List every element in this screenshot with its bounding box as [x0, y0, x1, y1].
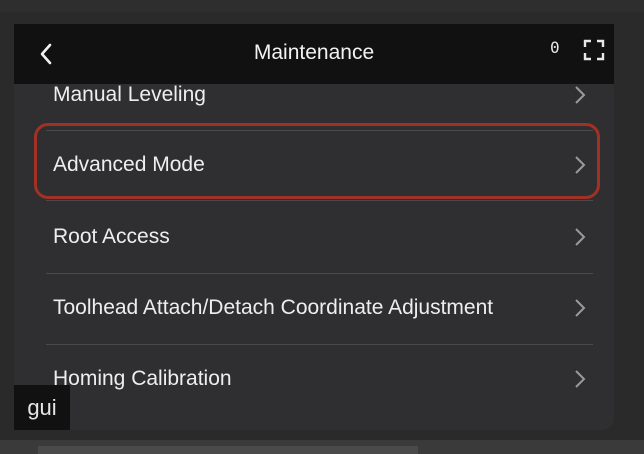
counter-text: 0	[550, 38, 560, 57]
menu-item-advanced-mode[interactable]: Advanced Mode	[46, 130, 593, 200]
menu-item-manual-leveling[interactable]: Manual Leveling	[46, 60, 593, 130]
bottom-strip	[0, 440, 644, 454]
chevron-right-icon	[575, 299, 586, 317]
menu-item-homing-calibration[interactable]: Homing Calibration	[46, 344, 593, 414]
menu-item-label: Advanced Mode	[53, 153, 205, 176]
menu-item-label: Toolhead Attach/Detach Coordinate Adjust…	[53, 296, 494, 319]
fullscreen-icon	[583, 39, 605, 61]
menu-item-root-access[interactable]: Root Access	[46, 202, 593, 272]
maintenance-menu: Manual Leveling Advanced Mode Root Acces…	[46, 83, 593, 430]
top-strip	[0, 0, 644, 12]
divider	[46, 200, 593, 201]
menu-item-label: Homing Calibration	[53, 367, 232, 390]
chevron-right-icon	[575, 228, 586, 246]
outer-frame: Maintenance 0 Manual Leveling Advanced M…	[0, 0, 644, 454]
menu-item-label: Manual Leveling	[53, 83, 206, 106]
menu-item-label: Root Access	[53, 225, 170, 248]
chevron-right-icon	[575, 86, 586, 104]
chevron-right-icon	[575, 370, 586, 388]
gui-tag: gui	[14, 385, 70, 430]
chevron-right-icon	[575, 156, 586, 174]
printer-screen: Maintenance 0 Manual Leveling Advanced M…	[14, 24, 614, 430]
menu-item-toolhead-adjustment[interactable]: Toolhead Attach/Detach Coordinate Adjust…	[46, 273, 593, 343]
bottom-bar	[38, 446, 418, 454]
